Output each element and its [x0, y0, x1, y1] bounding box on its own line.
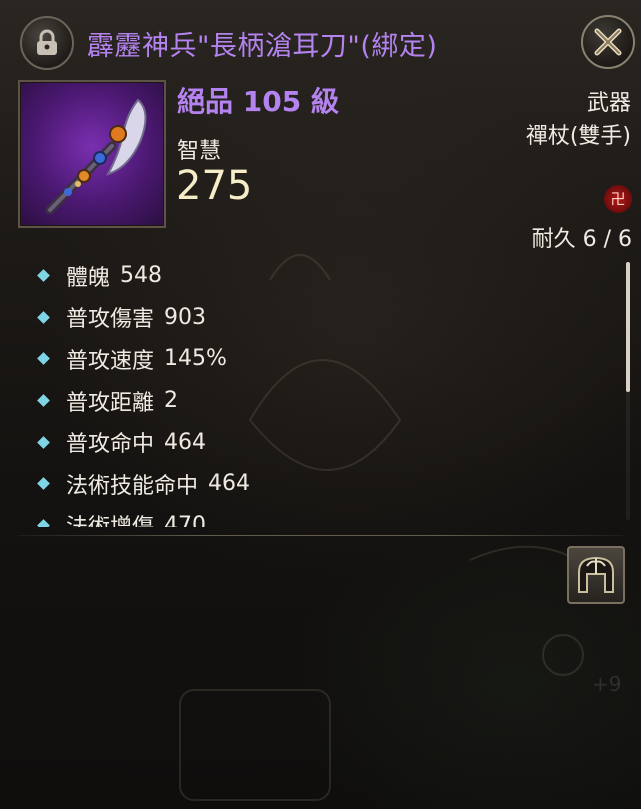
primary-stat-value: 275 [176, 163, 253, 209]
scrollbar-thumb[interactable] [626, 262, 630, 392]
primary-stat-label: 智慧 [177, 139, 222, 164]
attribute-name: 普攻速度 [66, 348, 155, 374]
scrollbar[interactable] [626, 262, 630, 520]
attribute-value: 470 [164, 512, 207, 527]
item-subtype: 禪杖(雙手) [525, 124, 631, 149]
blade-icon [45, 98, 147, 215]
diamond-bullet-icon [37, 311, 50, 324]
diamond-bullet-icon [37, 352, 50, 366]
attribute-row: 普攻傷害 903 [30, 297, 610, 339]
attribute-name: 普攻距離 [66, 390, 155, 416]
swastika-icon: 卍 [604, 185, 632, 213]
attribute-value: 464 [208, 471, 251, 497]
attribute-row: 體魄 548 [30, 255, 610, 297]
attribute-value: 464 [164, 429, 207, 455]
attribute-value: 903 [164, 304, 207, 330]
durability: 耐久 6 / 6 [531, 227, 632, 252]
diamond-bullet-icon [37, 435, 50, 449]
close-icon [594, 28, 622, 56]
attribute-name: 體魄 [66, 265, 111, 291]
item-type: 武器 [586, 91, 631, 116]
attribute-list[interactable]: 體魄 548 普攻傷害 903 普攻速度 145% 普攻距離 2 普攻命中 46… [30, 255, 610, 527]
attribute-row: 法術技能命中 464 [30, 463, 610, 505]
tooltip-header: 霹靂神兵"長柄滄耳刀"(綁定) [0, 0, 641, 80]
diamond-bullet-icon [37, 477, 50, 491]
helmet-icon [578, 556, 614, 593]
attribute-row: 普攻速度 145% [30, 338, 610, 380]
item-icon[interactable] [18, 80, 166, 228]
item-grade: 絕品 105 級 [177, 85, 339, 118]
attribute-name: 法術技能命中 [66, 473, 199, 499]
attribute-row: 法術增傷 470 [30, 505, 610, 527]
diamond-bullet-icon [37, 269, 50, 283]
diamond-bullet-icon [37, 518, 50, 527]
attribute-row: 普攻命中 464 [30, 421, 610, 463]
lock-button[interactable] [20, 16, 74, 70]
attribute-value: 548 [120, 263, 163, 289]
attribute-value: 2 [164, 388, 179, 414]
item-title: 霹靂神兵"長柄滄耳刀"(綁定) [87, 31, 438, 62]
background-number: +9 [592, 672, 622, 696]
diamond-bullet-icon [37, 394, 50, 407]
lock-icon [37, 29, 57, 55]
attribute-name: 普攻命中 [66, 432, 155, 458]
close-button[interactable] [581, 15, 635, 69]
attribute-value: 145% [164, 346, 227, 372]
helmet-slot-button[interactable] [567, 546, 625, 604]
attribute-name: 法術增傷 [66, 509, 154, 527]
attribute-row: 普攻距離 2 [30, 380, 610, 422]
divider [18, 535, 623, 536]
attribute-name: 普攻傷害 [66, 307, 155, 333]
